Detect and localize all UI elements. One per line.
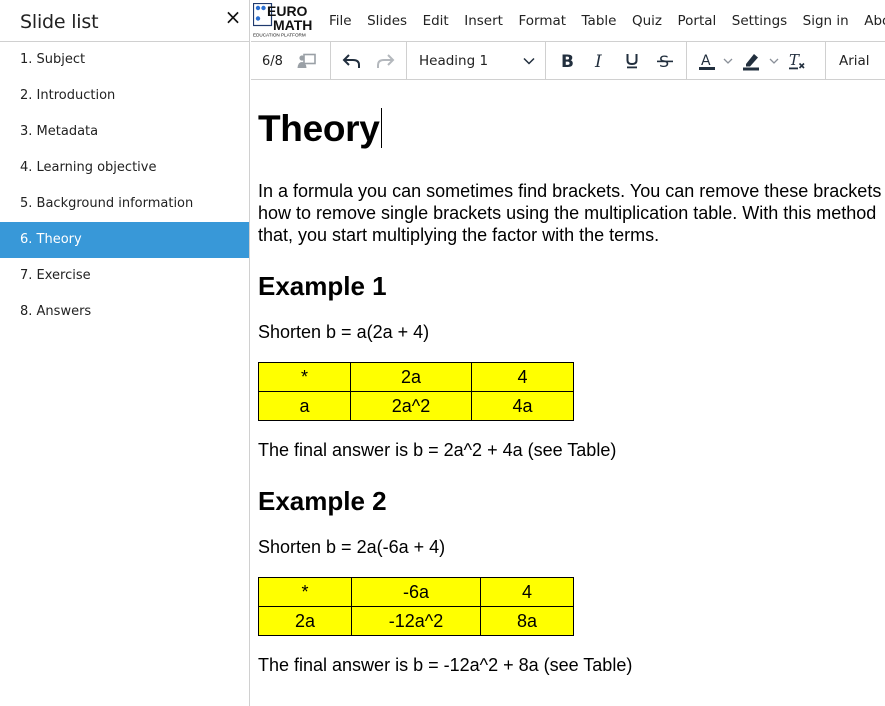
intro-line-2: how to remove single brackets using the … (258, 203, 877, 223)
menu-sign-in[interactable]: Sign in (803, 13, 849, 29)
slide-item-metadata[interactable]: 3. Metadata (0, 114, 249, 150)
menu-settings[interactable]: Settings (732, 13, 787, 29)
block-format-value: Heading 1 (419, 53, 489, 69)
menu-slides[interactable]: Slides (367, 13, 407, 29)
slide-item-exercise[interactable]: 7. Exercise (0, 258, 249, 294)
table-cell[interactable]: a (258, 391, 351, 421)
svg-text:I: I (594, 52, 602, 70)
italic-icon[interactable]: I (585, 46, 615, 76)
table-cell[interactable]: -6a (351, 577, 481, 607)
example-1-answer[interactable]: The final answer is b = 2a^2 + 4a (see T… (258, 439, 885, 461)
text-style-group: B I S (546, 42, 687, 80)
menu-edit[interactable]: Edit (423, 13, 449, 29)
example-1-problem[interactable]: Shorten b = a(2a + 4) (258, 321, 885, 343)
table-cell[interactable]: 2a (350, 362, 472, 392)
history-group (331, 42, 407, 80)
intro-paragraph[interactable]: In a formula you can sometimes find brac… (258, 180, 885, 246)
document-body[interactable]: Theory In a formula you can sometimes fi… (258, 81, 885, 676)
svg-text:T: T (789, 51, 800, 69)
clear-formatting-icon[interactable]: T (783, 46, 811, 76)
slide-item-introduction[interactable]: 2. Introduction (0, 78, 249, 114)
color-group: A T (687, 42, 826, 80)
undo-icon[interactable] (337, 46, 367, 76)
close-icon[interactable]: × (222, 6, 244, 28)
svg-text:A: A (701, 53, 711, 69)
slide-item-answers[interactable]: 8. Answers (0, 294, 249, 330)
menu-about[interactable]: About (864, 13, 885, 29)
text-color-chevron-icon[interactable] (719, 46, 737, 76)
table-cell[interactable]: -12a^2 (351, 606, 481, 636)
svg-text:B: B (561, 52, 574, 70)
example-1-table[interactable]: * 2a 4 a 2a^2 4a (258, 362, 574, 421)
slide-title[interactable]: Theory (258, 105, 885, 153)
table-row: a 2a^2 4a (258, 391, 574, 421)
menu-quiz[interactable]: Quiz (632, 13, 662, 29)
menubar: EURO MATH EDUCATION PLATFORM File Slides… (251, 0, 885, 42)
intro-line-1: In a formula you can sometimes find brac… (258, 181, 882, 201)
editor-toolbar: 6/8 Heading 1 B I S A T Arial (251, 42, 885, 80)
highlight-color-icon[interactable] (737, 46, 765, 76)
table-cell[interactable]: 4 (471, 362, 574, 392)
menu-insert[interactable]: Insert (464, 13, 503, 29)
table-cell[interactable]: 2a^2 (350, 391, 472, 421)
slide-nav-group: 6/8 (251, 42, 331, 80)
menu-items: File Slides Edit Insert Format Table Qui… (329, 0, 885, 42)
example-2-table[interactable]: * -6a 4 2a -12a^2 8a (258, 577, 574, 636)
underline-icon[interactable] (617, 46, 647, 76)
slide-list-panel: Slide list × 1. Subject 2. Introduction … (0, 0, 250, 706)
slide-list-header: Slide list × (0, 0, 249, 42)
example-2-heading[interactable]: Example 2 (258, 486, 885, 516)
redo-icon[interactable] (370, 46, 400, 76)
menu-table[interactable]: Table (582, 13, 617, 29)
slide-item-learning-objective[interactable]: 4. Learning objective (0, 150, 249, 186)
slide-title-text: Theory (258, 108, 380, 149)
table-cell[interactable]: * (258, 362, 351, 392)
table-row: 2a -12a^2 8a (258, 606, 574, 636)
logo-text-math: MATH (273, 17, 312, 33)
table-row: * 2a 4 (258, 362, 574, 392)
table-cell[interactable]: 4a (471, 391, 574, 421)
highlight-chevron-icon[interactable] (765, 46, 783, 76)
font-family-select[interactable]: Arial (826, 42, 870, 80)
text-color-icon[interactable]: A (695, 46, 719, 76)
slide-item-theory[interactable]: 6. Theory (0, 222, 249, 258)
slide-item-subject[interactable]: 1. Subject (0, 42, 249, 78)
menu-file[interactable]: File (329, 13, 352, 29)
slide-list-title: Slide list (20, 11, 99, 33)
intro-line-3: that, you start multiplying the factor w… (258, 225, 660, 245)
menu-portal[interactable]: Portal (678, 13, 717, 29)
euromath-logo[interactable]: EURO MATH EDUCATION PLATFORM (253, 3, 321, 38)
example-2-answer[interactable]: The final answer is b = -12a^2 + 8a (see… (258, 654, 885, 676)
editor-area[interactable]: Theory In a formula you can sometimes fi… (251, 81, 885, 706)
block-format-select[interactable]: Heading 1 (407, 42, 545, 80)
table-cell[interactable]: * (258, 577, 352, 607)
table-cell[interactable]: 2a (258, 606, 352, 636)
text-caret (380, 108, 382, 149)
table-row: * -6a 4 (258, 577, 574, 607)
presenter-icon[interactable] (295, 49, 319, 73)
page-count: 6/8 (262, 53, 283, 69)
slide-list: 1. Subject 2. Introduction 3. Metadata 4… (0, 42, 249, 330)
logo-tagline: EDUCATION PLATFORM (253, 33, 306, 38)
chevron-down-icon (523, 57, 535, 65)
example-1-heading[interactable]: Example 1 (258, 271, 885, 301)
slide-item-background-information[interactable]: 5. Background information (0, 186, 249, 222)
table-cell[interactable]: 8a (480, 606, 574, 636)
table-cell[interactable]: 4 (480, 577, 574, 607)
font-group: Arial (826, 42, 870, 80)
block-format-group: Heading 1 (407, 42, 546, 80)
menu-format[interactable]: Format (518, 13, 566, 29)
strikethrough-icon[interactable]: S (650, 46, 680, 76)
example-2-problem[interactable]: Shorten b = 2a(-6a + 4) (258, 536, 885, 558)
bold-icon[interactable]: B (552, 46, 582, 76)
